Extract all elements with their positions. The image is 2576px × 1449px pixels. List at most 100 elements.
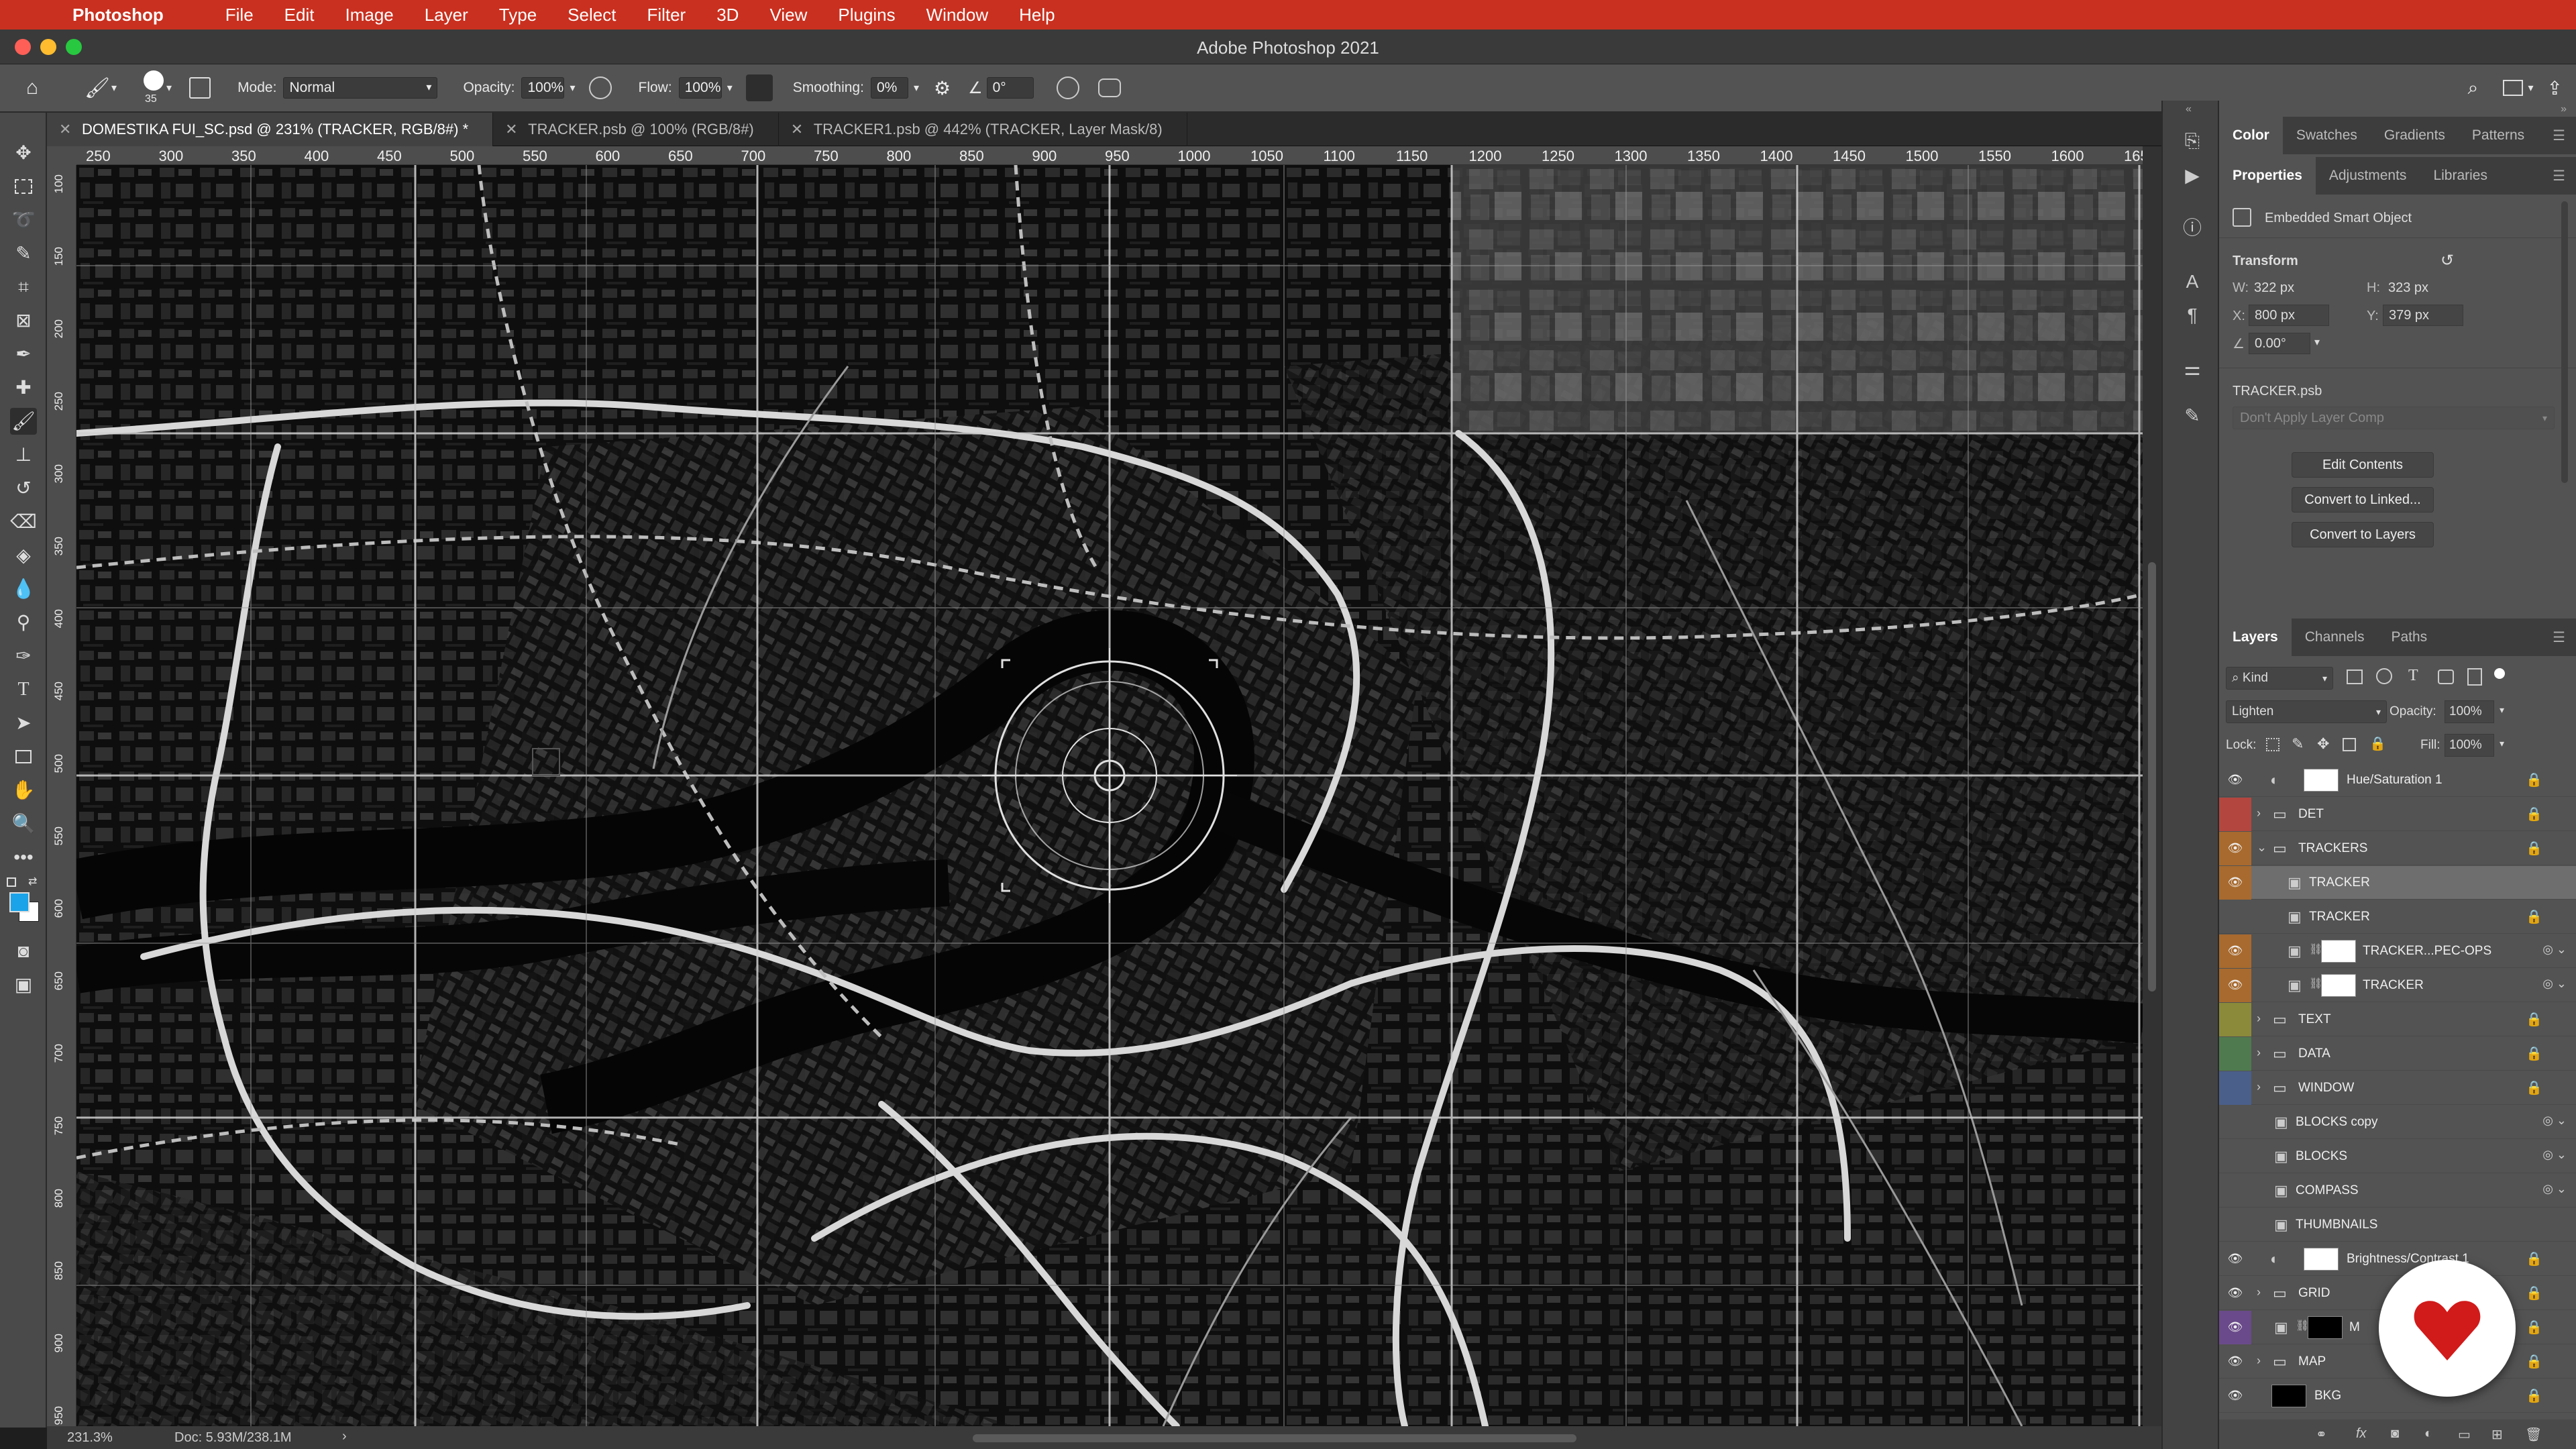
horizontal-ruler[interactable]: 250 300 350 400 450 500 550 600 650 700 750 800 850 9…: [76, 146, 2143, 165]
filter-shape-icon[interactable]: [2438, 669, 2454, 684]
visibility-eye-icon[interactable]: 👁: [2226, 941, 2245, 960]
layer-color-label[interactable]: 👁: [2219, 763, 2251, 797]
new-adjustment-layer-icon[interactable]: ◐: [2424, 1426, 2432, 1442]
zoom-level[interactable]: 231.3%: [67, 1430, 113, 1446]
layer-comp-select[interactable]: Don't Apply Layer Comp ▾: [2233, 407, 2555, 429]
menu-image[interactable]: Image: [345, 5, 393, 25]
layer-color-label[interactable]: 👁: [2219, 1242, 2251, 1276]
lasso-tool-icon[interactable]: ➰: [10, 207, 37, 233]
smart-object-thumbnail-icon[interactable]: ▣: [2274, 1148, 2288, 1165]
layer-row[interactable]: 👁 ▣ ⛓ TRACKER ◎ ⌄: [2219, 969, 2576, 1002]
visibility-eye-icon[interactable]: 👁: [2226, 1352, 2245, 1371]
move-tool-icon[interactable]: ✥: [10, 140, 37, 166]
layer-mask-thumbnail[interactable]: [2321, 974, 2356, 997]
visibility-eye-icon[interactable]: [2226, 907, 2245, 926]
healing-brush-tool-icon[interactable]: ✚: [10, 374, 37, 401]
smart-filter-toggle-icon[interactable]: ◎ ⌄: [2542, 943, 2567, 957]
tab-gradients[interactable]: Gradients: [2371, 117, 2459, 154]
menu-edit[interactable]: Edit: [284, 5, 315, 25]
visibility-eye-icon[interactable]: 👁: [2226, 1318, 2245, 1336]
crop-tool-icon[interactable]: ⌗: [10, 274, 37, 301]
filter-toggle-icon[interactable]: [2494, 668, 2505, 679]
menu-3d[interactable]: 3D: [716, 5, 739, 25]
opacity-chevron-icon[interactable]: ▾: [570, 81, 575, 95]
smart-filter-toggle-icon[interactable]: ◎ ⌄: [2542, 977, 2567, 991]
layer-style-fx-icon[interactable]: fx: [2356, 1426, 2367, 1442]
link-layers-icon[interactable]: ⚭: [2316, 1426, 2327, 1443]
screen-mode-icon[interactable]: ▣: [10, 971, 37, 998]
menu-type[interactable]: Type: [499, 5, 537, 25]
menu-help[interactable]: Help: [1019, 5, 1055, 25]
y-field[interactable]: 379 px: [2383, 305, 2463, 326]
brush-settings-icon[interactable]: [189, 77, 211, 99]
vertical-ruler[interactable]: 100 150 200 250 300 350 400 450 500 550 600 650 700 7…: [47, 165, 76, 1426]
layer-color-label[interactable]: [2219, 798, 2251, 831]
layer-row[interactable]: 👁 ▣ ⛓ TRACKER...PEC-OPS ◎ ⌄: [2219, 934, 2576, 968]
layer-color-label[interactable]: [2219, 900, 2251, 934]
expand-group-icon[interactable]: ›: [2257, 1354, 2261, 1368]
new-layer-icon[interactable]: ⊞: [2491, 1426, 2503, 1443]
home-icon[interactable]: ⌂: [19, 76, 46, 99]
layer-color-label[interactable]: 👁: [2219, 934, 2251, 968]
tab-domestika-fui[interactable]: ✕ DOMESTIKA FUI_SC.psd @ 231% (TRACKER, R…: [47, 113, 494, 146]
visibility-eye-icon[interactable]: [2226, 1146, 2245, 1165]
edit-contents-button[interactable]: Edit Contents: [2292, 452, 2434, 478]
flow-chevron-icon[interactable]: ▾: [727, 81, 733, 95]
tab-patterns[interactable]: Patterns: [2459, 117, 2538, 154]
symmetry-butterfly-icon[interactable]: [1097, 78, 1121, 97]
layer-mask-thumbnail[interactable]: [2308, 1316, 2343, 1339]
visibility-eye-icon[interactable]: [2226, 1010, 2245, 1028]
tab-tracker1-psb[interactable]: ✕ TRACKER1.psb @ 442% (TRACKER, Layer Mas…: [779, 113, 1187, 146]
ruler-corner[interactable]: [47, 146, 76, 165]
lock-artboard-icon[interactable]: [2343, 738, 2356, 751]
smart-object-thumbnail-icon[interactable]: ▣: [2288, 908, 2302, 926]
frame-tool-icon[interactable]: ⊠: [10, 307, 37, 334]
visibility-eye-icon[interactable]: [2226, 804, 2245, 823]
quick-mask-icon[interactable]: ◙: [10, 938, 37, 965]
layer-opacity-field[interactable]: 100%: [2445, 700, 2494, 723]
foreground-color-swatch[interactable]: [9, 892, 30, 912]
tool-preset-chevron-icon[interactable]: ▾: [111, 81, 117, 95]
eyedropper-tool-icon[interactable]: ✒: [10, 341, 37, 368]
layer-mask-thumbnail[interactable]: [2304, 1248, 2339, 1271]
eraser-tool-icon[interactable]: ⌫: [10, 508, 37, 535]
paragraph-panel-icon[interactable]: ¶: [2179, 302, 2206, 329]
visibility-eye-icon[interactable]: [2226, 1112, 2245, 1131]
visibility-eye-icon[interactable]: 👁: [2226, 839, 2245, 857]
layer-color-label[interactable]: [2219, 1106, 2251, 1139]
panel-menu-icon[interactable]: ☰: [2553, 168, 2565, 184]
character-panel-icon[interactable]: A: [2179, 268, 2206, 295]
layer-color-label[interactable]: 👁: [2219, 969, 2251, 1002]
smart-object-thumbnail-icon[interactable]: ▣: [2274, 1216, 2288, 1234]
blur-tool-icon[interactable]: 💧: [10, 576, 37, 602]
tab-color[interactable]: Color: [2219, 117, 2283, 154]
delete-layer-icon[interactable]: 🗑: [2525, 1426, 2542, 1443]
tab-libraries[interactable]: Libraries: [2420, 157, 2501, 195]
properties-panel-icon[interactable]: ⚌: [2179, 356, 2206, 382]
smart-filter-toggle-icon[interactable]: ◎ ⌄: [2542, 1114, 2567, 1128]
lock-image-icon[interactable]: ✎: [2292, 735, 2304, 753]
layer-row[interactable]: › ▭ TEXT 🔒: [2219, 1003, 2576, 1036]
menu-layer[interactable]: Layer: [425, 5, 468, 25]
smoothing-chevron-icon[interactable]: ▾: [914, 81, 919, 95]
tab-layers[interactable]: Layers: [2219, 619, 2292, 656]
layer-row[interactable]: › ▭ DET 🔒: [2219, 798, 2576, 831]
horizontal-scroll-thumb[interactable]: [973, 1434, 1576, 1442]
brush-picker-chevron-icon[interactable]: ▾: [166, 81, 172, 95]
layer-color-label[interactable]: [2219, 1174, 2251, 1208]
angle-chevron-icon[interactable]: ▾: [2314, 335, 2320, 349]
fill-field[interactable]: 100%: [2445, 734, 2494, 757]
new-group-icon[interactable]: ▭: [2458, 1426, 2471, 1443]
brush-settings-panel-icon[interactable]: ✎: [2179, 402, 2206, 429]
zoom-tool-icon[interactable]: 🔍: [10, 810, 37, 837]
layer-mask-thumbnail[interactable]: [2304, 769, 2339, 792]
brush-tool-active-icon[interactable]: 🖌: [10, 408, 37, 435]
brush-tool-icon[interactable]: 🖌: [85, 76, 110, 100]
menu-file[interactable]: File: [225, 5, 254, 25]
visibility-eye-icon[interactable]: 👁: [2226, 1283, 2245, 1302]
history-panel-icon[interactable]: ⎘: [2179, 127, 2206, 154]
lock-transparent-icon[interactable]: [2266, 738, 2279, 751]
pen-tool-icon[interactable]: ✑: [10, 643, 37, 669]
angle-field[interactable]: 0°: [986, 77, 1034, 99]
filter-smart-object-icon[interactable]: [2467, 668, 2482, 686]
